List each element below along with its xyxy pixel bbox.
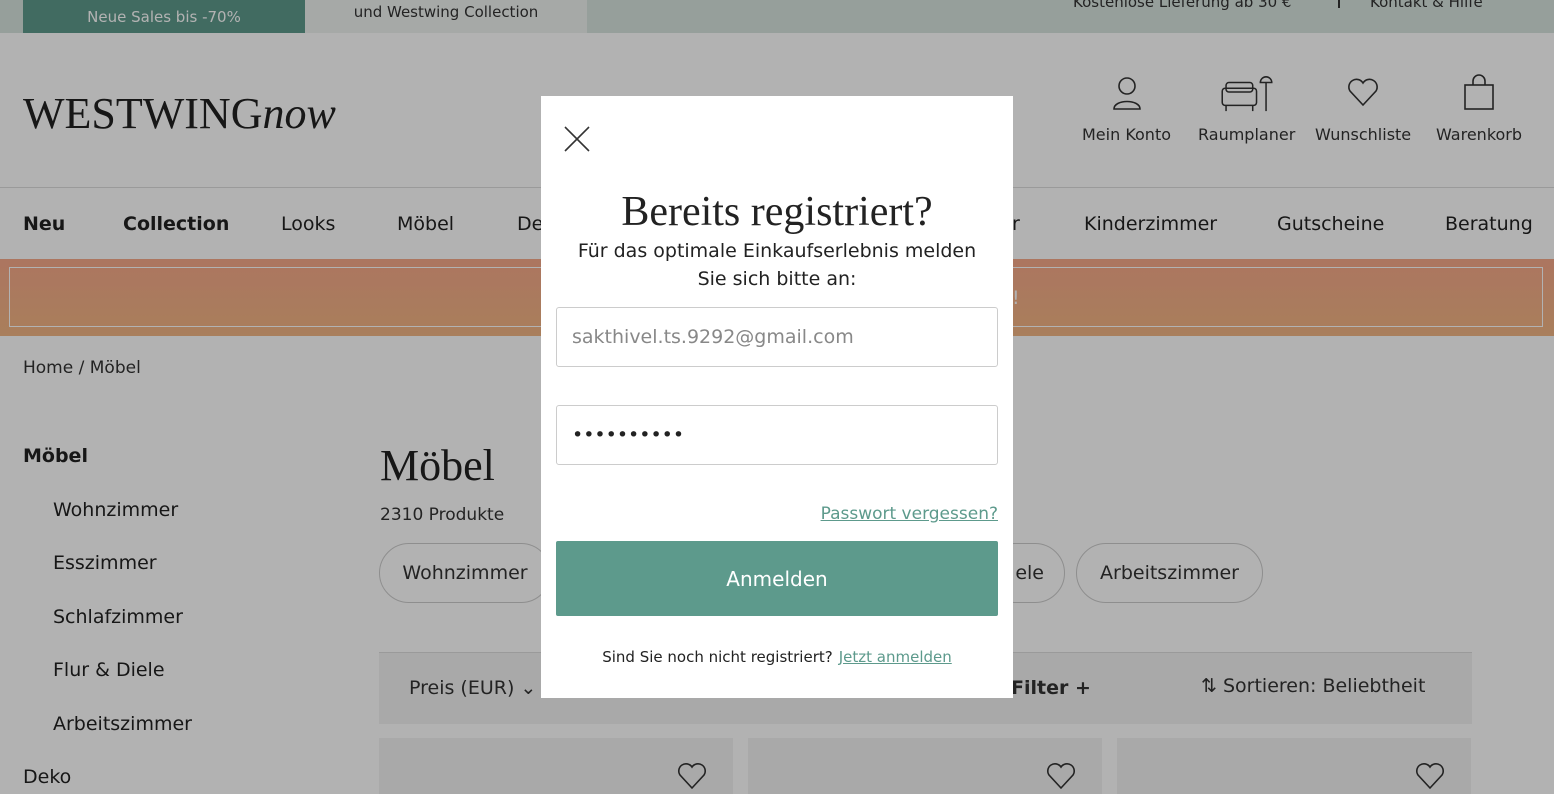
modal-subtitle: Für das optimale Einkaufserlebnis melden… [577,240,977,290]
register-text: Sind Sie noch nicht registriert? [602,648,833,666]
modal-title: Bereits registriert? [621,189,933,235]
register-link[interactable]: Jetzt anmelden [839,648,952,666]
login-modal: Bereits registriert? Für das optimale Ei… [541,96,1013,698]
email-field[interactable] [556,307,998,367]
forgot-password-link[interactable]: Passwort vergessen? [821,504,998,524]
register-prompt: Sind Sie noch nicht registriert? Jetzt an… [541,648,1013,666]
password-field[interactable] [556,405,998,465]
login-button[interactable]: Anmelden [556,541,998,616]
close-icon[interactable] [564,126,590,152]
